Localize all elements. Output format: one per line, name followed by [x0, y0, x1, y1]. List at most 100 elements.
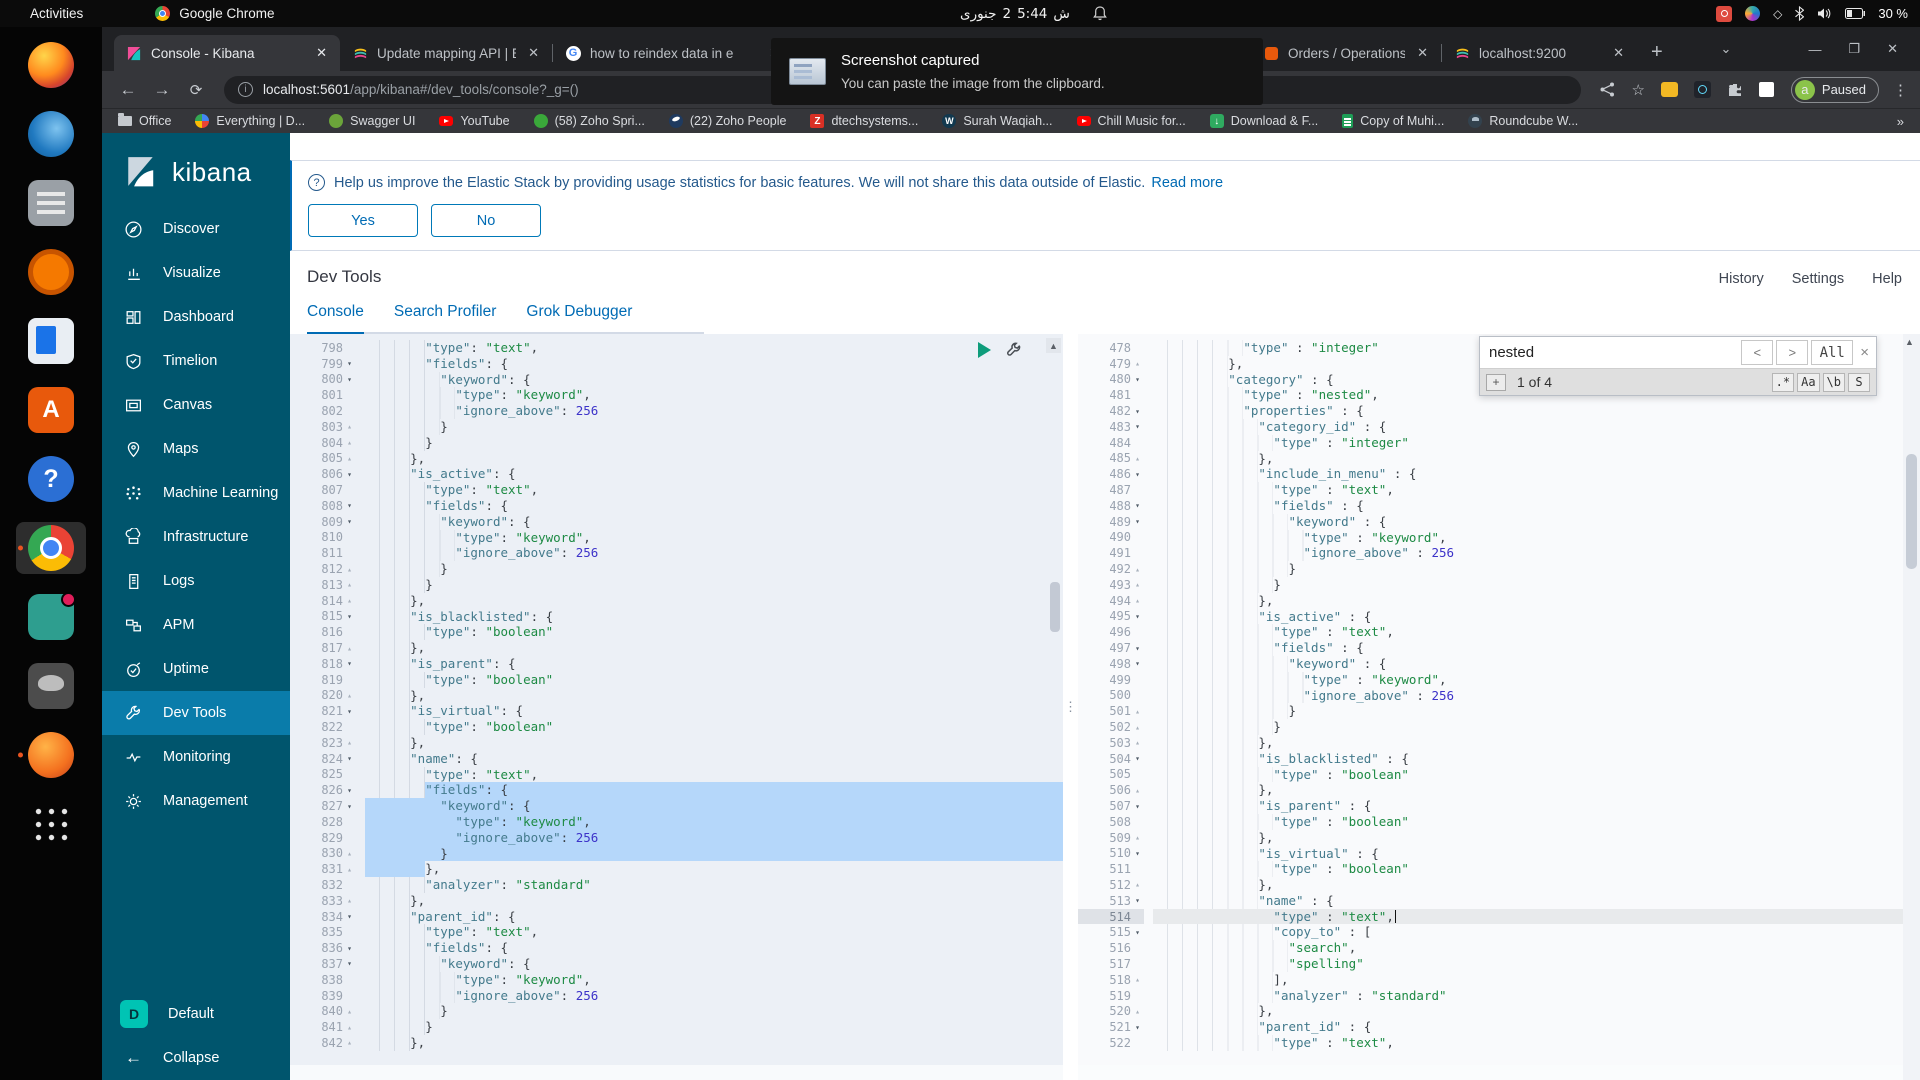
sidebar-item-logs[interactable]: Logs: [102, 559, 290, 603]
window-close-button[interactable]: ✕: [1887, 41, 1898, 57]
tray-app-icon[interactable]: [1745, 6, 1761, 21]
right-scrollbar[interactable]: ▲: [1903, 334, 1920, 1080]
sidebar-item-discover[interactable]: Discover: [102, 207, 290, 251]
browser-tab[interactable]: localhost:9200 ✕: [1442, 35, 1637, 71]
share-icon[interactable]: [1600, 82, 1615, 97]
bookmark-item[interactable]: (22) Zoho People: [668, 114, 786, 128]
sidebar-item-space-default[interactable]: D Default: [102, 992, 290, 1036]
extension-notes-icon[interactable]: [1758, 82, 1774, 97]
focused-app-indicator[interactable]: Google Chrome: [155, 6, 275, 21]
left-scroll-up-arrow[interactable]: ▲: [1046, 338, 1061, 353]
console-request-editor[interactable]: 798 "type": "text", 799 ▾ "fields": {800 ▾ …: [290, 334, 1063, 1080]
bookmark-item[interactable]: Zdtechsystems...: [810, 114, 918, 128]
sidebar-collapse-button[interactable]: ← Collapse: [102, 1036, 290, 1080]
browser-tab[interactable]: Console - Kibana ✕: [114, 35, 340, 71]
search-toggle[interactable]: Aa: [1797, 372, 1820, 392]
bookmarks-overflow-icon[interactable]: »: [1897, 114, 1904, 129]
dock-item-libre[interactable]: [16, 315, 86, 367]
bookmark-item[interactable]: Roundcube W...: [1468, 114, 1578, 128]
devtools-link-settings[interactable]: Settings: [1792, 271, 1844, 287]
devtools-link-history[interactable]: History: [1719, 271, 1764, 287]
sidebar-item-maps[interactable]: Maps: [102, 427, 290, 471]
search-toggle[interactable]: S: [1848, 372, 1870, 392]
dock-item-thunderbird[interactable]: [16, 108, 86, 160]
system-tray[interactable]: ◇ 30 %: [1716, 0, 1908, 27]
sidebar-item-monitoring[interactable]: Monitoring: [102, 735, 290, 779]
tab-close-icon[interactable]: ✕: [1610, 45, 1627, 61]
yes-button[interactable]: Yes: [308, 204, 418, 237]
sidebar-item-machine-learning[interactable]: Machine Learning: [102, 471, 290, 515]
search-close-icon[interactable]: ×: [1858, 344, 1876, 361]
extension-downloads-icon[interactable]: [1660, 82, 1678, 97]
dock-item-firefox[interactable]: [16, 39, 86, 91]
activities-button[interactable]: Activities: [30, 6, 83, 21]
bookmark-star-icon[interactable]: ☆: [1631, 81, 1644, 99]
screenshot-toast[interactable]: Screenshot captured You can paste the im…: [771, 38, 1263, 105]
minimize-button[interactable]: —: [1808, 42, 1821, 57]
browser-tab[interactable]: Orders / Operations / Sa ✕: [1251, 35, 1441, 71]
bookmark-item[interactable]: Office: [118, 113, 171, 128]
dock-item-software[interactable]: A: [16, 384, 86, 436]
search-toggle[interactable]: \b: [1822, 372, 1845, 392]
tab-console[interactable]: Console: [307, 303, 364, 334]
search-add-button[interactable]: +: [1486, 373, 1506, 391]
clock[interactable]: جنوری 2 5:44 ش: [960, 0, 1107, 27]
tab-search-profiler[interactable]: Search Profiler: [394, 303, 497, 332]
search-input[interactable]: [1480, 344, 1742, 361]
reload-button[interactable]: ⟳: [182, 81, 210, 99]
new-tab-button[interactable]: +: [1651, 41, 1663, 64]
sidebar-item-management[interactable]: Management: [102, 779, 290, 823]
site-info-icon[interactable]: i: [238, 82, 253, 97]
sidebar-item-infrastructure[interactable]: Infrastructure: [102, 515, 290, 559]
dock-item-files[interactable]: [16, 177, 86, 229]
devtools-link-help[interactable]: Help: [1872, 271, 1902, 287]
search-toggle[interactable]: .*: [1771, 372, 1795, 392]
extensions-puzzle-icon[interactable]: [1727, 82, 1743, 98]
bookmark-item[interactable]: (58) Zoho Spri...: [533, 114, 645, 128]
sidebar-item-apm[interactable]: APM: [102, 603, 290, 647]
search-all-button[interactable]: All: [1811, 340, 1854, 365]
dock-item-slack[interactable]: [16, 591, 86, 643]
read-more-link[interactable]: Read more: [1151, 175, 1223, 191]
no-button[interactable]: No: [431, 204, 541, 237]
bookmark-item[interactable]: YouTube: [439, 114, 510, 128]
sidebar-item-timelion[interactable]: Timelion: [102, 339, 290, 383]
restore-button[interactable]: ❐: [1848, 41, 1860, 57]
dock-item-rhythmbox[interactable]: [16, 246, 86, 298]
bookmark-item[interactable]: Chill Music for...: [1076, 114, 1186, 128]
extension-react-devtools-icon[interactable]: [1693, 81, 1711, 98]
tab-grok-debugger[interactable]: Grok Debugger: [526, 303, 632, 332]
dock-item-chrome[interactable]: [16, 522, 86, 574]
screen-record-icon[interactable]: [1716, 5, 1733, 22]
dock-item-ball2[interactable]: [16, 729, 86, 781]
browser-tab[interactable]: Update mapping API | E ✕: [340, 35, 552, 71]
keyboard-layout-icon[interactable]: ◇: [1773, 7, 1782, 21]
left-scrollbar-thumb[interactable]: [1050, 582, 1060, 632]
sidebar-item-visualize[interactable]: Visualize: [102, 251, 290, 295]
bookmark-item[interactable]: Everything | D...: [195, 114, 305, 128]
back-button[interactable]: ←: [114, 80, 142, 100]
tab-close-icon[interactable]: ✕: [1414, 45, 1431, 61]
request-wrench-icon[interactable]: [1005, 341, 1023, 359]
forward-button[interactable]: →: [148, 80, 176, 100]
sidebar-item-dev-tools[interactable]: Dev Tools: [102, 691, 290, 735]
search-prev-button[interactable]: <: [1741, 340, 1774, 365]
bookmark-item[interactable]: Swagger UI: [329, 114, 415, 128]
sidebar-item-dashboard[interactable]: Dashboard: [102, 295, 290, 339]
send-request-play-button[interactable]: [978, 342, 991, 358]
kibana-logo[interactable]: kibana: [102, 133, 290, 207]
tab-search-button[interactable]: ⌄: [1721, 41, 1732, 57]
dock-item-help[interactable]: ?: [16, 453, 86, 505]
sidebar-item-uptime[interactable]: Uptime: [102, 647, 290, 691]
dock-item-grid[interactable]: [16, 798, 86, 850]
browser-menu-button[interactable]: ⋮: [1893, 81, 1908, 99]
right-scrollbar-thumb[interactable]: [1906, 454, 1917, 569]
tab-close-icon[interactable]: ✕: [313, 45, 330, 61]
browser-tab[interactable]: Ghow to reindex data in e✕: [553, 35, 793, 71]
console-response-editor[interactable]: 478 "type" : "integer" 479 ▴ }, 480 ▾ "categ…: [1078, 334, 1903, 1080]
right-scroll-up-arrow[interactable]: ▲: [1905, 337, 1914, 347]
bluetooth-icon[interactable]: [1795, 6, 1805, 21]
dock-item-gimp[interactable]: [16, 660, 86, 712]
tab-close-icon[interactable]: ✕: [525, 45, 542, 61]
profile-button[interactable]: a Paused: [1790, 76, 1879, 103]
